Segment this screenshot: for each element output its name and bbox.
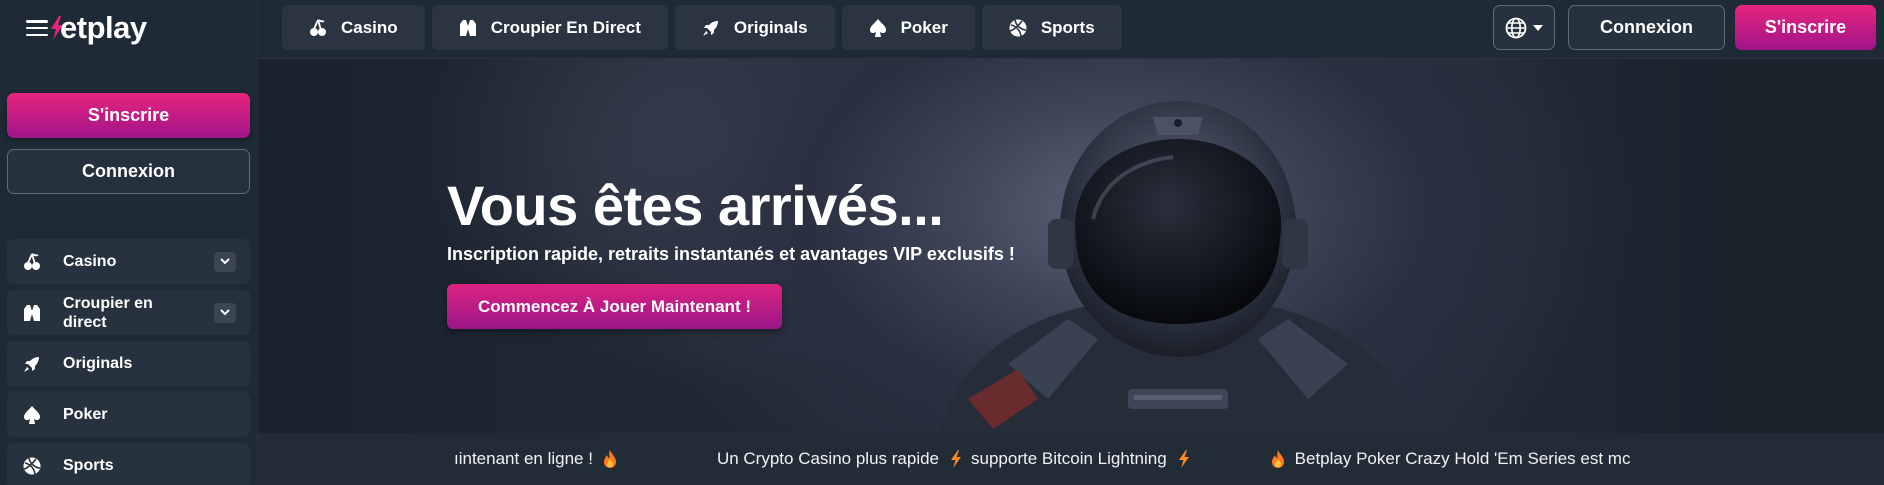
- tab-live-dealer[interactable]: Croupier En Direct: [431, 5, 668, 50]
- sidebar: etplay S'inscrire Connexion Casino Croup…: [0, 0, 258, 485]
- sidebar-item-label: Originals: [63, 355, 133, 372]
- fire-icon: [603, 450, 616, 468]
- cherries-icon: [307, 17, 329, 39]
- language-selector[interactable]: [1493, 5, 1555, 50]
- sports-ball-icon: [1007, 17, 1029, 39]
- hero-subtitle: Inscription rapide, retraits instantanés…: [447, 244, 1015, 264]
- hero-title: Vous êtes arrivés...: [447, 174, 944, 237]
- sidebar-item-label: Croupier en direct: [63, 294, 153, 331]
- tab-casino[interactable]: Casino: [282, 5, 425, 50]
- sidebar-item-sports[interactable]: Sports: [7, 443, 250, 485]
- ticker-track: ıintenant en ligne ! Un Crypto Casino pl…: [454, 433, 1706, 485]
- ticker-item[interactable]: supporte Bitcoin Lightning: [971, 449, 1191, 469]
- spade-icon: [867, 17, 889, 39]
- ticker-item[interactable]: ıintenant en ligne !: [454, 449, 617, 469]
- brand: etplay: [26, 8, 147, 48]
- cherries-icon: [21, 251, 43, 273]
- logo-text: etplay: [60, 10, 147, 45]
- tab-label: Casino: [341, 17, 398, 37]
- ticker-text: Un Crypto Casino plus rapide: [716, 449, 940, 468]
- sidebar-signup-button[interactable]: S'inscrire: [7, 93, 250, 138]
- dealer-vest-icon: [457, 17, 479, 39]
- ticker-item[interactable]: Un Crypto Casino plus rapide: [717, 449, 963, 469]
- login-button[interactable]: Connexion: [1568, 5, 1725, 50]
- ticker-text: ıintenant en ligne !: [454, 449, 593, 468]
- app-root: etplay S'inscrire Connexion Casino Croup…: [0, 0, 1884, 485]
- sidebar-item-label: Sports: [63, 457, 114, 474]
- rocket-icon: [700, 17, 722, 39]
- lightning-icon: [951, 450, 962, 468]
- hero-banner: Vous êtes arrivés... Inscription rapide,…: [258, 59, 1884, 433]
- lightning-icon: [1178, 450, 1189, 468]
- sidebar-item-originals[interactable]: Originals: [7, 341, 250, 386]
- sidebar-item-live-dealer[interactable]: Croupier en direct: [7, 290, 250, 335]
- tab-label: Croupier En Direct: [490, 17, 641, 37]
- fire-icon: [1271, 450, 1284, 468]
- caret-down-icon: [1533, 24, 1543, 31]
- tab-label: Poker: [900, 17, 948, 37]
- sidebar-item-label: Poker: [63, 406, 108, 423]
- rocket-icon: [21, 353, 43, 375]
- hamburger-menu-icon[interactable]: [26, 20, 48, 36]
- chevron-down-icon[interactable]: [214, 302, 236, 323]
- signup-button[interactable]: S'inscrire: [1735, 5, 1876, 50]
- top-nav-tabs: Casino Croupier En Direct Originals Poke…: [282, 5, 1122, 50]
- ticker-viewport: ıintenant en ligne ! Un Crypto Casino pl…: [454, 433, 1706, 485]
- spade-icon: [21, 404, 43, 426]
- tab-originals[interactable]: Originals: [674, 5, 835, 50]
- sidebar-item-label: Casino: [63, 253, 117, 270]
- start-playing-button[interactable]: Commencez À Jouer Maintenant !: [447, 284, 782, 329]
- top-bar: Casino Croupier En Direct Originals Poke…: [258, 0, 1884, 59]
- tab-poker[interactable]: Poker: [841, 5, 975, 50]
- tab-sports[interactable]: Sports: [981, 5, 1122, 50]
- sidebar-login-button[interactable]: Connexion: [7, 149, 250, 194]
- ticker-text: Betplay Poker Crazy Hold 'Em Series est …: [1294, 449, 1631, 468]
- globe-icon: [1505, 17, 1527, 38]
- chevron-down-icon[interactable]: [214, 251, 236, 272]
- sidebar-item-poker[interactable]: Poker: [7, 392, 250, 437]
- ticker-item[interactable]: Betplay Poker Crazy Hold 'Em Series est …: [1271, 449, 1631, 469]
- tab-label: Sports: [1040, 17, 1095, 37]
- news-ticker: ıintenant en ligne ! Un Crypto Casino pl…: [258, 433, 1884, 485]
- sidebar-nav: Casino Croupier en direct Originals Poke…: [7, 239, 250, 485]
- astronaut-illustration: [939, 101, 1417, 433]
- betplay-logo[interactable]: etplay: [51, 10, 147, 46]
- dealer-vest-icon: [21, 302, 43, 324]
- sidebar-item-casino[interactable]: Casino: [7, 239, 250, 284]
- sports-ball-icon: [21, 455, 43, 477]
- ticker-text: supporte Bitcoin Lightning: [971, 449, 1167, 468]
- tab-label: Originals: [733, 17, 808, 37]
